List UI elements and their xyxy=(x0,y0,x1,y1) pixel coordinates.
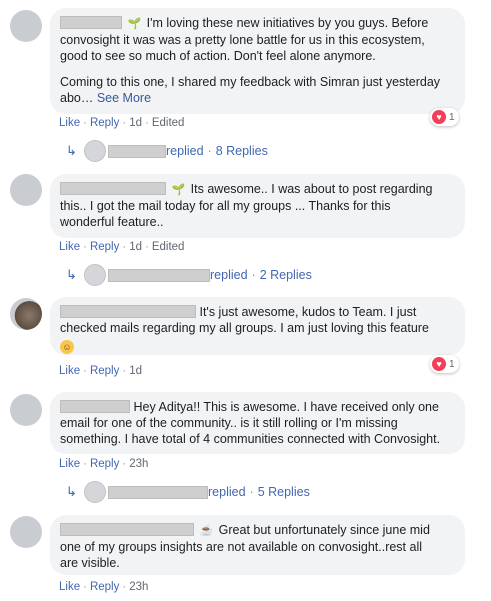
reaction-count: 1 xyxy=(449,358,455,370)
reply-count: 2 Replies xyxy=(259,268,312,282)
like-button[interactable]: Like xyxy=(59,365,80,377)
edited-label[interactable]: Edited xyxy=(152,241,185,253)
coffee-emoji-icon: ☕ xyxy=(199,525,214,537)
reply-count: 8 Replies xyxy=(215,144,268,158)
comment-text: Coming to this one, I shared my feedback… xyxy=(60,75,441,89)
timestamp[interactable]: 1d xyxy=(129,365,142,377)
avatar xyxy=(84,481,106,503)
comment-actions: Like · Reply · 23h xyxy=(59,581,149,593)
comment-text: checked mails regarding my all groups. I… xyxy=(60,321,429,335)
redacted-name[interactable] xyxy=(60,400,130,413)
replies-label: replied xyxy=(210,268,248,282)
redacted-name[interactable] xyxy=(60,182,166,195)
view-replies[interactable]: ↳ replied · 5 Replies xyxy=(66,481,310,503)
comment-bubble: It's just awesome, kudos to Team. I just… xyxy=(50,297,465,355)
comment-text: Its awesome.. I was about to post regard… xyxy=(190,182,433,196)
reply-button[interactable]: Reply xyxy=(90,241,119,253)
see-more-link[interactable]: See More xyxy=(97,91,151,105)
edited-label[interactable]: Edited xyxy=(152,117,185,129)
comment-actions: Like · Reply · 1d xyxy=(59,365,142,377)
like-button[interactable]: Like xyxy=(59,241,80,253)
like-button[interactable]: Like xyxy=(59,581,80,593)
comment-text: Hey Aditya!! This is awesome. I have rec… xyxy=(133,400,439,414)
timestamp[interactable]: 23h xyxy=(129,581,148,593)
reaction-badge[interactable]: ♥ 1 xyxy=(430,108,459,126)
reply-arrow-icon: ↳ xyxy=(66,484,77,499)
reaction-badge[interactable]: ♥ 1 xyxy=(430,355,459,373)
comment-text: email for one of the community.. is it s… xyxy=(60,416,398,430)
comment-text: something. I have total of 4 communities… xyxy=(60,432,441,446)
comment-text: one of my groups insights are not availa… xyxy=(60,540,423,554)
redacted-name[interactable] xyxy=(60,305,196,318)
avatar[interactable] xyxy=(10,394,42,426)
like-button[interactable]: Like xyxy=(59,458,80,470)
reply-button[interactable]: Reply xyxy=(90,581,119,593)
heart-icon: ♥ xyxy=(432,357,446,371)
comment-bubble: ☕ Great but unfortunately since june mid… xyxy=(50,515,465,575)
redacted-name xyxy=(108,268,210,282)
avatar xyxy=(84,264,106,286)
avatar[interactable] xyxy=(10,516,42,548)
comment-bubble: Hey Aditya!! This is awesome. I have rec… xyxy=(50,392,465,454)
redacted-name xyxy=(108,485,208,499)
view-replies[interactable]: ↳ replied · 2 Replies xyxy=(66,264,312,286)
reply-arrow-icon: ↳ xyxy=(66,143,77,158)
comment-text: good to see so much of action. Don't fee… xyxy=(60,49,376,63)
comment-bubble: 🌱 Its awesome.. I was about to post rega… xyxy=(50,174,465,238)
reply-button[interactable]: Reply xyxy=(90,117,119,129)
comment-bubble: 🌱 I'm loving these new initiatives by yo… xyxy=(50,8,465,114)
reply-button[interactable]: Reply xyxy=(90,458,119,470)
comment-text: this.. I got the mail today for all my g… xyxy=(60,199,391,213)
comment-text: abo… xyxy=(60,91,94,105)
redacted-name[interactable] xyxy=(60,16,122,29)
comment-actions: Like · Reply · 23h xyxy=(59,458,149,470)
comment-text: Great but unfortunately since june mid xyxy=(218,523,430,537)
reply-count: 5 Replies xyxy=(257,485,310,499)
avatar[interactable] xyxy=(10,298,42,330)
comment-text: It's just awesome, kudos to Team. I just xyxy=(199,305,417,319)
timestamp[interactable]: 1d xyxy=(129,241,142,253)
comment-text: wonderful feature.. xyxy=(60,215,164,229)
smile-emoji-icon: ☺ xyxy=(60,340,74,354)
avatar xyxy=(84,140,106,162)
heart-icon: ♥ xyxy=(432,110,446,124)
redacted-name xyxy=(108,144,166,158)
view-replies[interactable]: ↳ replied · 8 Replies xyxy=(66,140,268,162)
replies-label: replied xyxy=(208,485,246,499)
timestamp[interactable]: 1d xyxy=(129,117,142,129)
reply-arrow-icon: ↳ xyxy=(66,267,77,282)
reply-button[interactable]: Reply xyxy=(90,365,119,377)
comment-text: convosight it was was a pretty lone batt… xyxy=(60,33,425,47)
avatar[interactable] xyxy=(10,174,42,206)
avatar[interactable] xyxy=(10,10,42,42)
reaction-count: 1 xyxy=(449,111,455,123)
comment-text: are visible. xyxy=(60,556,120,570)
comment-text: I'm loving these new initiatives by you … xyxy=(146,16,429,30)
leaf-icon: 🌱 xyxy=(171,184,186,196)
comment-actions: Like · Reply · 1d · Edited xyxy=(59,117,185,129)
replies-label: replied xyxy=(166,144,204,158)
comment-actions: Like · Reply · 1d · Edited xyxy=(59,241,185,253)
timestamp[interactable]: 23h xyxy=(129,458,148,470)
leaf-icon: 🌱 xyxy=(127,18,142,30)
like-button[interactable]: Like xyxy=(59,117,80,129)
redacted-name[interactable] xyxy=(60,523,194,536)
